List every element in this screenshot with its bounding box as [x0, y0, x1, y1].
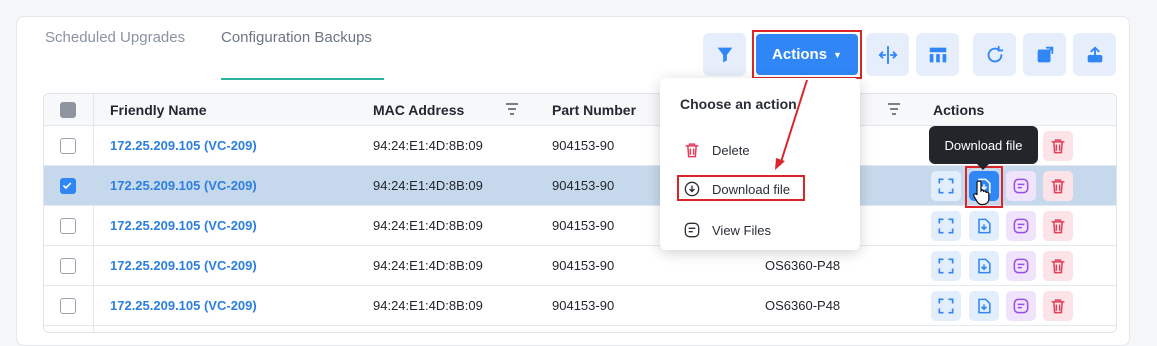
- expand-button[interactable]: [931, 251, 961, 281]
- trash-icon: [1051, 299, 1065, 314]
- table-header: Friendly Name MAC Address Part Number Ac…: [44, 94, 1116, 126]
- mac-address: 94:24:E1:4D:8B:09: [373, 138, 483, 153]
- header-mac-address[interactable]: MAC Address: [373, 102, 464, 118]
- menu-item-delete[interactable]: Delete: [682, 138, 750, 162]
- refresh-button[interactable]: [973, 33, 1016, 76]
- view-files-icon: [1013, 258, 1029, 274]
- hand-cursor-icon: [973, 180, 990, 206]
- menu-item-download-file[interactable]: Download file: [682, 177, 790, 201]
- filter-lines-icon[interactable]: [505, 103, 519, 115]
- row-checkbox[interactable]: [60, 258, 76, 274]
- download-file-button[interactable]: [969, 291, 999, 321]
- tab-configuration-backups[interactable]: Configuration Backups: [221, 29, 372, 46]
- open-external-icon: [1037, 46, 1053, 62]
- part-number: 904153-90: [552, 218, 615, 233]
- menu-item-view-files[interactable]: View Files: [682, 218, 771, 242]
- open-external-button[interactable]: [1023, 33, 1066, 76]
- menu-item-label: View Files: [712, 222, 772, 238]
- menu-item-label: Delete: [712, 142, 750, 158]
- table-row[interactable]: 172.25.209.105 (VC-209) 94:24:E1:4D:8B:0…: [44, 286, 1116, 326]
- expand-button[interactable]: [931, 291, 961, 321]
- mac-address: 94:24:E1:4D:8B:09: [373, 258, 483, 273]
- download-file-icon: [978, 298, 991, 314]
- friendly-name-link[interactable]: 172.25.209.105 (VC-209): [110, 178, 257, 193]
- download-file-button[interactable]: [969, 211, 999, 241]
- expand-icon: [938, 258, 954, 274]
- download-file-icon: [978, 218, 991, 234]
- download-file-icon: [684, 181, 700, 197]
- select-all-checkbox[interactable]: [60, 102, 76, 118]
- mac-address: 94:24:E1:4D:8B:09: [373, 298, 483, 313]
- row-checkbox[interactable]: [60, 218, 76, 234]
- header-part-number[interactable]: Part Number: [552, 102, 636, 118]
- column-resize-button[interactable]: [866, 33, 909, 76]
- delete-button[interactable]: [1043, 131, 1073, 161]
- download-file-icon: [978, 258, 991, 274]
- delete-button[interactable]: [1043, 211, 1073, 241]
- column-resize-icon: [877, 45, 898, 64]
- refresh-icon: [987, 45, 1003, 62]
- view-files-icon: [1013, 218, 1029, 234]
- download-file-tooltip: Download file: [929, 126, 1038, 170]
- table-row[interactable]: 172.25.209.105 (VC-209) 94:24:E1:4D:8B:0…: [44, 246, 1116, 286]
- delete-button[interactable]: [1043, 291, 1073, 321]
- active-tab-indicator: [221, 78, 384, 80]
- mac-address: 94:24:E1:4D:8B:09: [373, 218, 483, 233]
- menu-item-label: Download file: [712, 181, 791, 197]
- expand-icon: [938, 218, 954, 234]
- actions-dropdown-menu: Choose an action Delete Download file Vi…: [660, 78, 860, 250]
- caret-down-icon: ▼: [833, 49, 842, 60]
- view-files-button[interactable]: [1006, 251, 1036, 281]
- trash-icon: [1051, 219, 1065, 234]
- header-friendly-name[interactable]: Friendly Name: [110, 102, 206, 118]
- model: OS6360-P48: [765, 298, 841, 313]
- table-row[interactable]: 172.25.209.105 (VC-209) 94:24:E1:4D:8B:0…: [44, 166, 1116, 206]
- view-files-button[interactable]: [1006, 171, 1036, 201]
- header-actions: Actions: [933, 102, 985, 118]
- actions-button-label: Actions: [772, 46, 828, 63]
- expand-icon: [938, 298, 954, 314]
- trash-icon: [1051, 179, 1065, 194]
- trash-icon: [1051, 139, 1065, 154]
- delete-button[interactable]: [1043, 251, 1073, 281]
- friendly-name-link[interactable]: 172.25.209.105 (VC-209): [110, 218, 257, 233]
- part-number: 904153-90: [552, 178, 615, 193]
- view-files-button[interactable]: [1006, 291, 1036, 321]
- trash-icon: [685, 143, 699, 158]
- friendly-name-link[interactable]: 172.25.209.105 (VC-209): [110, 298, 257, 313]
- row-checkbox[interactable]: [60, 138, 76, 154]
- table-row[interactable]: 172.25.209.105 (VC-209) 94:24:E1:4D:8B:0…: [44, 206, 1116, 246]
- expand-button[interactable]: [931, 211, 961, 241]
- expand-button[interactable]: [931, 171, 961, 201]
- view-files-icon: [1013, 178, 1029, 194]
- trash-icon: [1051, 259, 1065, 274]
- check-icon: [62, 182, 72, 190]
- friendly-name-link[interactable]: 172.25.209.105 (VC-209): [110, 258, 257, 273]
- view-files-icon: [1013, 298, 1029, 314]
- filter-lines-icon[interactable]: [887, 103, 901, 115]
- view-files-icon: [684, 222, 700, 238]
- view-files-button[interactable]: [1006, 211, 1036, 241]
- row-checkbox[interactable]: [60, 298, 76, 314]
- download-file-button[interactable]: [969, 251, 999, 281]
- table-layout-button[interactable]: [916, 33, 959, 76]
- model: OS6360-P48: [765, 258, 841, 273]
- upload-icon: [1087, 45, 1102, 62]
- filter-button[interactable]: [703, 33, 746, 76]
- actions-button[interactable]: Actions ▼: [756, 34, 858, 75]
- menu-title: Choose an action: [680, 96, 797, 112]
- tab-scheduled-upgrades[interactable]: Scheduled Upgrades: [45, 29, 185, 46]
- expand-icon: [938, 178, 954, 194]
- table-layout-icon: [929, 47, 946, 62]
- upload-button[interactable]: [1073, 33, 1116, 76]
- filter-icon: [717, 47, 732, 62]
- delete-button[interactable]: [1043, 171, 1073, 201]
- part-number: 904153-90: [552, 298, 615, 313]
- friendly-name-link[interactable]: 172.25.209.105 (VC-209): [110, 138, 257, 153]
- part-number: 904153-90: [552, 258, 615, 273]
- row-checkbox[interactable]: [60, 178, 76, 194]
- mac-address: 94:24:E1:4D:8B:09: [373, 178, 483, 193]
- part-number: 904153-90: [552, 138, 615, 153]
